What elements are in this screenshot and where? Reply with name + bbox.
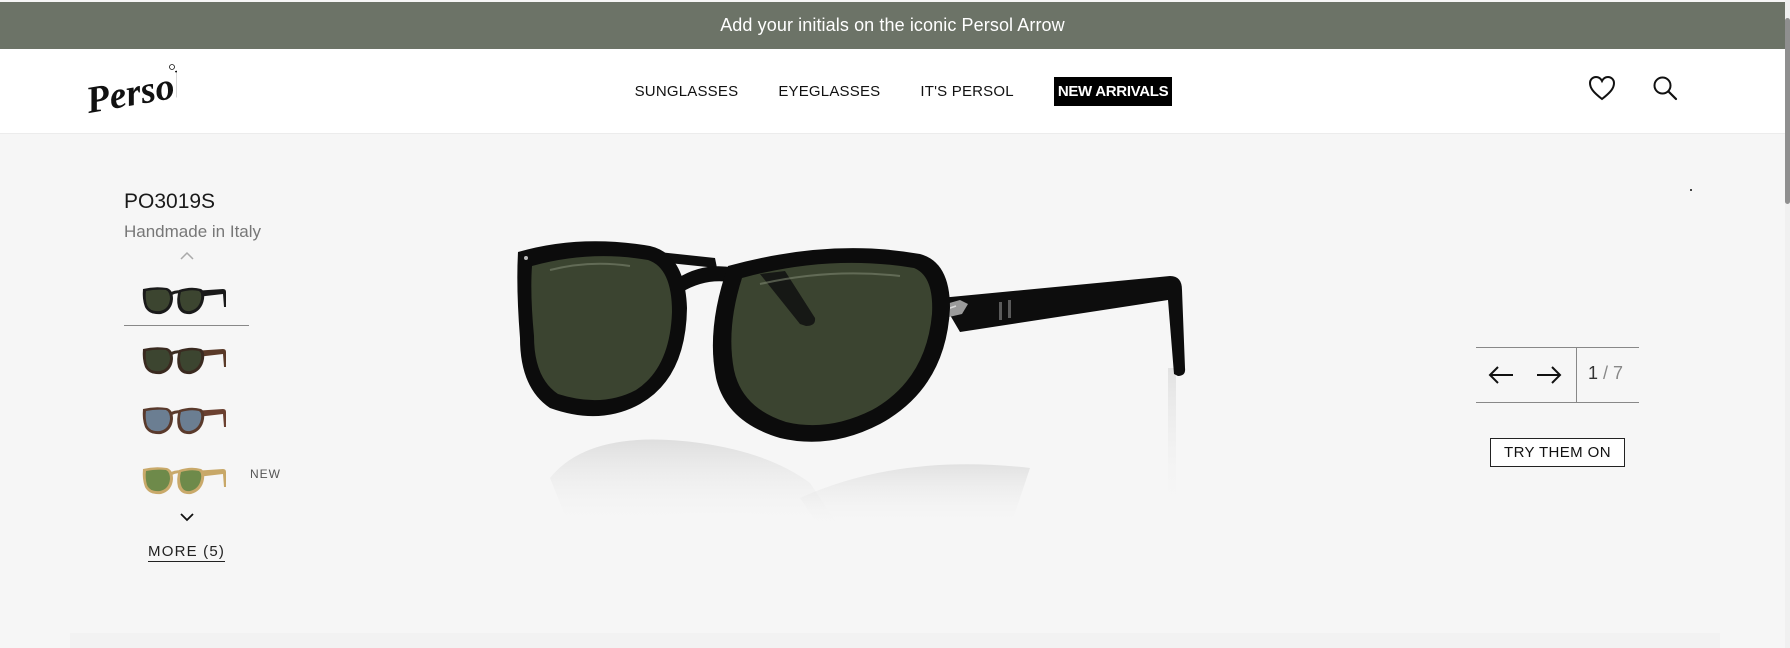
variant-image: [142, 407, 226, 435]
chevron-down-icon[interactable]: [177, 511, 197, 523]
variant-thumbnail[interactable]: [124, 395, 249, 445]
counter-separator: /: [1598, 363, 1614, 383]
main-navigation: SUNGLASSES EYEGLASSES IT'S PERSOL NEW AR…: [0, 49, 1785, 133]
image-counter: 1 / 7: [1588, 363, 1623, 384]
variant-thumbnail[interactable]: [124, 275, 249, 326]
counter-total: 7: [1613, 363, 1624, 383]
arrow-left-icon[interactable]: [1486, 362, 1516, 388]
product-main-image[interactable]: [510, 228, 1210, 548]
variant-thumbnail[interactable]: [124, 335, 249, 385]
nav-eyeglasses[interactable]: EYEGLASSES: [778, 83, 880, 100]
chevron-up-icon[interactable]: [177, 249, 197, 261]
more-variants-link[interactable]: MORE (5): [148, 543, 226, 562]
try-them-on-button[interactable]: TRY THEM ON: [1490, 438, 1625, 467]
variant-image: [142, 347, 226, 375]
search-icon[interactable]: [1650, 73, 1680, 103]
nav-its-persol[interactable]: IT'S PERSOL: [920, 83, 1013, 100]
nav-sunglasses[interactable]: SUNGLASSES: [635, 83, 739, 100]
counter-current: 1: [1588, 363, 1599, 383]
variant-thumbnail[interactable]: [124, 455, 249, 505]
product-subtitle: Handmade in Italy: [124, 222, 262, 241]
scrollbar-thumb[interactable]: [1785, 18, 1790, 204]
new-badge: NEW: [250, 467, 281, 481]
gallery-divider: [1576, 348, 1577, 402]
variant-image: [142, 287, 226, 315]
product-model: PO3019S: [124, 190, 216, 213]
decorative-dot: [1690, 189, 1692, 191]
variant-image: [142, 467, 226, 495]
content-section-edge: [70, 633, 1720, 648]
promo-banner[interactable]: Add your initials on the iconic Persol A…: [0, 2, 1785, 49]
promo-text: Add your initials on the iconic Persol A…: [720, 15, 1065, 35]
arrow-right-icon[interactable]: [1534, 362, 1564, 388]
heart-icon[interactable]: [1587, 73, 1617, 103]
nav-new-arrivals[interactable]: NEW ARRIVALS: [1053, 76, 1173, 106]
site-header: Persol SUNGLASSES EYEGLASSES IT'S PERSOL…: [0, 49, 1785, 134]
gallery-navigation: 1 / 7: [1476, 347, 1639, 403]
